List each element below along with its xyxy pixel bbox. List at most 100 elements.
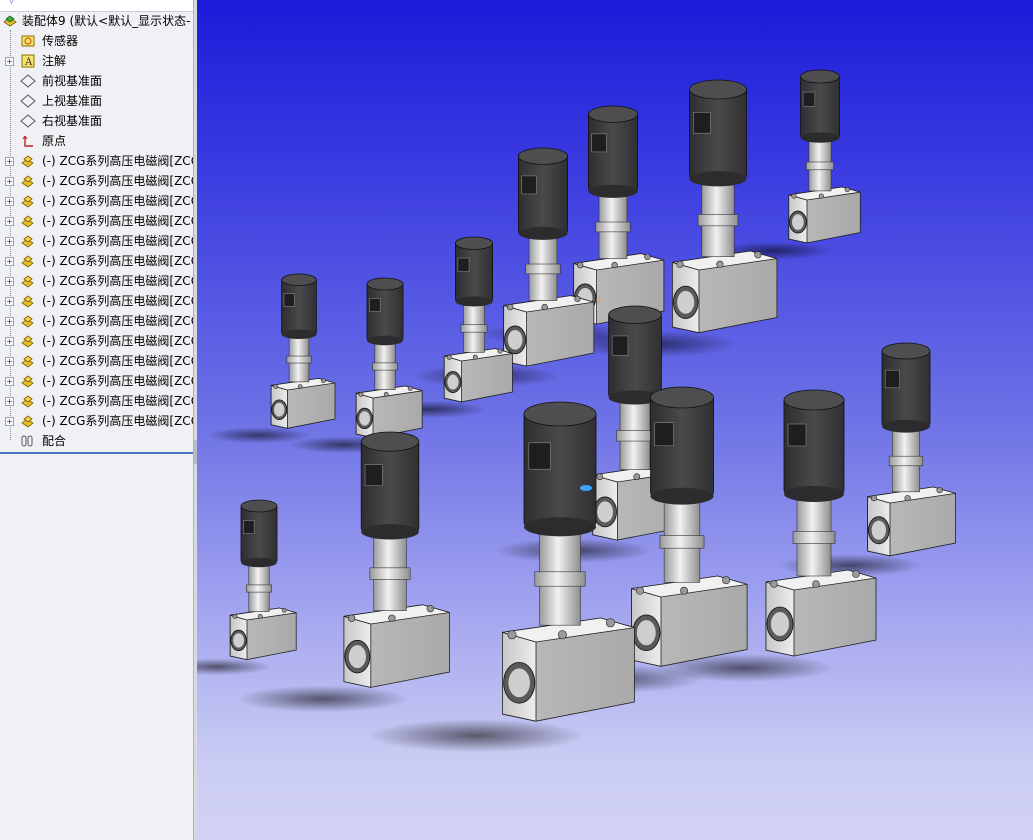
tree-item[interactable]: 原点 [0, 131, 193, 151]
svg-text:A: A [24, 57, 33, 68]
expand-toggle-icon[interactable]: + [5, 257, 14, 266]
tree-item-label: (-) ZCG系列高压电磁阀[ZCG [42, 354, 194, 368]
bolt-icon [507, 303, 514, 311]
tree-item[interactable]: + (-) ZCG系列高压电磁阀[ZCG [0, 411, 193, 431]
bolt-icon [716, 260, 724, 268]
bolt-icon [347, 614, 356, 622]
bolt-icon [605, 618, 615, 628]
model-canvas[interactable]: + [197, 0, 1033, 840]
coil-top [800, 69, 840, 84]
stem-nut [372, 362, 398, 371]
bolt-icon [472, 354, 478, 360]
bolt-icon [633, 473, 641, 481]
filter-icon[interactable]: ▽ [8, 0, 15, 6]
tree-item[interactable]: 传感器 [0, 31, 193, 51]
feature-manager-tree[interactable]: ▽ 装配体9 (默认<默认_显示状态- 传感器 + A 注解 前视基准面 上视基准面 右视基… [0, 0, 194, 840]
valve-port-bore [447, 374, 459, 390]
bolt-icon [407, 385, 413, 391]
tree-item[interactable]: 右视基准面 [0, 111, 193, 131]
drop-shadow [236, 685, 410, 713]
expand-toggle-icon[interactable]: + [5, 377, 14, 386]
expand-toggle-icon[interactable]: + [5, 277, 14, 286]
valve-port-bore [508, 668, 530, 698]
expand-toggle-icon[interactable]: + [5, 217, 14, 226]
expand-toggle-icon[interactable]: + [5, 397, 14, 406]
coil-bottom [361, 524, 419, 540]
stem-nut [792, 531, 836, 544]
coil-top [587, 105, 638, 123]
coil-bottom [367, 335, 403, 346]
bolt-icon [273, 384, 279, 389]
valve-port-bore [597, 501, 613, 523]
tree-item[interactable]: + (-) ZCG系列高压电磁阀[ZCG [0, 351, 193, 371]
cable-connector-icon [283, 293, 295, 307]
coil-bottom [524, 517, 596, 537]
graphics-viewport[interactable]: + [197, 0, 1033, 840]
expand-toggle-icon[interactable]: + [5, 57, 14, 66]
tree-item-label: 前视基准面 [42, 74, 103, 88]
tree-item[interactable]: + (-) ZCG系列高压电磁阀[ZCG [0, 211, 193, 231]
valve-port-bore [348, 645, 366, 669]
coil-top [281, 273, 317, 287]
tree-item[interactable]: + (-) ZCG系列高压电磁阀[ZCG [0, 291, 193, 311]
bolt-icon [904, 495, 911, 502]
tree-item[interactable]: + A 注解 [0, 51, 193, 71]
coil-bottom [588, 184, 638, 198]
coil-top [366, 277, 404, 291]
tree-item[interactable]: 前视基准面 [0, 71, 193, 91]
tree-item[interactable]: + (-) ZCG系列高压电磁阀[ZCG [0, 151, 193, 171]
tree-item[interactable]: 上视基准面 [0, 91, 193, 111]
expand-toggle-icon[interactable]: + [5, 337, 14, 346]
bolt-icon [754, 251, 762, 259]
tree-item-label: (-) ZCG系列高压电磁阀[ZCG [42, 254, 194, 268]
solenoid-valve[interactable] [197, 499, 297, 676]
coil-bottom [518, 226, 568, 240]
stem-nut [460, 324, 488, 333]
expand-toggle-icon[interactable]: + [5, 417, 14, 426]
coil-top [360, 431, 420, 452]
cable-connector-icon [243, 520, 255, 534]
solenoid-valve[interactable] [206, 273, 336, 444]
tree-item[interactable]: + (-) ZCG系列高压电磁阀[ZCG [0, 371, 193, 391]
tree-item[interactable]: + (-) ZCG系列高压电磁阀[ZCG [0, 311, 193, 331]
tree-item[interactable]: + (-) ZCG系列高压电磁阀[ZCG [0, 171, 193, 191]
tree-item-label: (-) ZCG系列高压电磁阀[ZCG [42, 174, 194, 188]
coil-top [650, 386, 714, 409]
mates-icon [21, 435, 33, 447]
expand-toggle-icon[interactable]: + [5, 237, 14, 246]
tree-root-assembly[interactable]: 装配体9 (默认<默认_显示状态- [0, 11, 193, 31]
valve-port-bore [871, 520, 886, 540]
part-icon [21, 255, 34, 268]
valve-port-bore [677, 290, 695, 314]
tree-item[interactable]: + (-) ZCG系列高压电磁阀[ZCG [0, 271, 193, 291]
bolt-icon [507, 630, 517, 640]
expand-toggle-icon[interactable]: + [5, 297, 14, 306]
part-icon [21, 235, 34, 248]
expand-toggle-icon[interactable]: + [5, 357, 14, 366]
bolt-icon [446, 354, 452, 360]
expand-toggle-icon[interactable]: + [5, 197, 14, 206]
stem-nut [534, 571, 586, 587]
coil-top [523, 401, 597, 427]
bolt-icon [611, 261, 618, 269]
origin-icon [22, 135, 33, 147]
expand-toggle-icon[interactable]: + [5, 317, 14, 326]
bolt-icon [577, 261, 584, 269]
stem-nut [806, 161, 834, 171]
tree-item[interactable]: + (-) ZCG系列高压电磁阀[ZCG [0, 391, 193, 411]
expand-toggle-icon[interactable]: + [5, 177, 14, 186]
part-icon [21, 275, 34, 288]
part-icon [21, 195, 34, 208]
expand-toggle-icon[interactable]: + [5, 157, 14, 166]
tree-item[interactable]: 配合 [0, 431, 193, 451]
bolt-icon [680, 586, 689, 595]
tree-item[interactable]: + (-) ZCG系列高压电磁阀[ZCG [0, 231, 193, 251]
tree-item[interactable]: + (-) ZCG系列高压电磁阀[ZCG [0, 251, 193, 271]
tree-item[interactable]: + (-) ZCG系列高压电磁阀[ZCG [0, 191, 193, 211]
annotation-icon: A [21, 54, 35, 68]
bolt-icon [644, 253, 651, 261]
bolt-icon [636, 586, 644, 595]
bolt-icon [281, 608, 287, 613]
tree-item[interactable]: + (-) ZCG系列高压电磁阀[ZCG [0, 331, 193, 351]
bolt-icon [852, 570, 860, 578]
